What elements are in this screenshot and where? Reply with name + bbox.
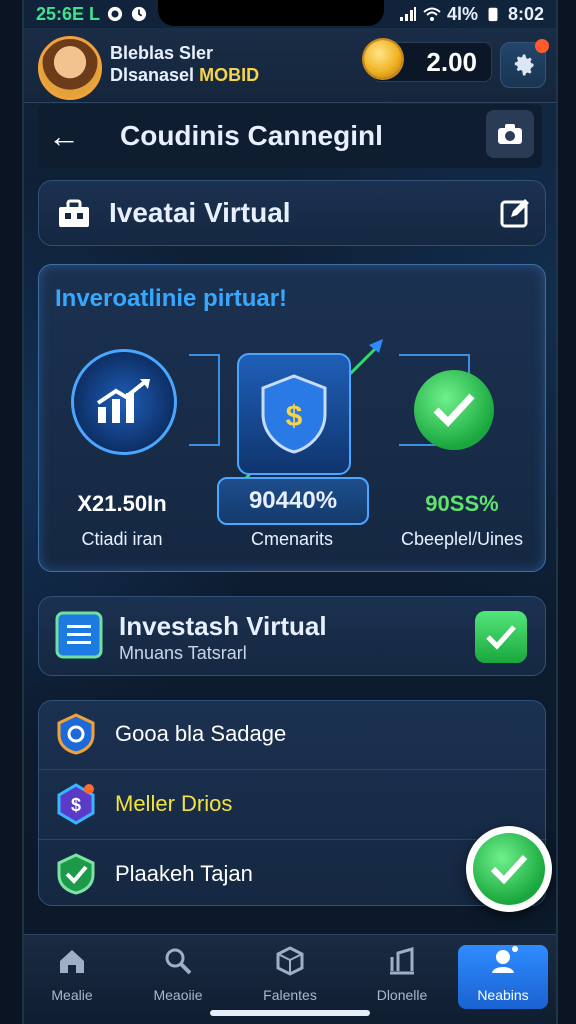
profile-subtitle: Dlsanasel MOBID — [110, 64, 259, 86]
cube-icon — [276, 946, 304, 976]
stat-label-1: Ctiadi iran — [81, 529, 163, 549]
avatar[interactable] — [38, 36, 102, 100]
gear-icon — [514, 54, 534, 76]
nav-label: Mealie — [51, 987, 93, 1003]
chart-up-icon — [71, 349, 177, 455]
nav-item-meaoiie[interactable]: Meaoiie — [130, 945, 226, 1011]
battery-percent: 4l% — [446, 3, 478, 24]
nav-item-falentes[interactable]: Falentes — [242, 945, 338, 1011]
back-arrow-icon[interactable]: ← — [48, 118, 80, 155]
invest-title: Investash Virtual — [119, 611, 327, 641]
check-shield-icon — [57, 853, 95, 895]
title-bar: ← Coudinis Canneginl — [38, 104, 542, 168]
profile-info: Bleblas Sler Dlsanasel MOBID — [110, 42, 259, 86]
svg-text:$: $ — [71, 795, 81, 815]
section-label: Iveatai Virtual — [109, 197, 291, 228]
stat-value-2: 90440% — [248, 487, 338, 514]
shield-dollar-icon: $ — [237, 353, 351, 475]
wifi-icon — [423, 7, 441, 21]
briefcase-icon — [59, 199, 89, 227]
balance-value: 2.00 — [426, 46, 477, 77]
camera-button[interactable] — [486, 110, 534, 158]
list-item-label: Gooa bla Sadage — [115, 721, 287, 746]
invest-subtitle: Mnuans Tatsrarl — [119, 643, 247, 663]
stat-label-3: Cbeeplel/Uines — [400, 529, 524, 549]
check-icon — [473, 833, 545, 905]
stat-value-3: 90SS% — [425, 491, 499, 516]
nav-item-mealie[interactable]: Mealie — [24, 945, 120, 1011]
profile-subtitle-prefix: Dlsanasel — [110, 65, 195, 85]
home-icon — [60, 950, 84, 973]
dollar-badge-icon: $ — [57, 783, 95, 825]
profile-name: Bleblas Sler — [110, 43, 214, 63]
page-title: Coudinis Canneginl — [120, 120, 383, 151]
stat-highlight-pill[interactable]: 90440% — [217, 477, 369, 525]
list-item-label: Meller Drios — [115, 791, 233, 816]
section-header-card[interactable]: Iveatai Virtual — [38, 180, 546, 246]
stat-value-1: X21.50In — [77, 491, 167, 516]
confirm-button[interactable] — [475, 611, 527, 663]
list-item-label: Plaakeh Tajan — [115, 861, 253, 886]
chart-icon — [390, 947, 414, 975]
nav-label: Neabins — [477, 987, 529, 1003]
shield-badge-icon — [57, 713, 95, 755]
settings-button[interactable] — [500, 39, 549, 88]
search-icon — [165, 948, 192, 975]
list-item[interactable]: Gooa bla Sadage — [39, 701, 547, 767]
record-icon — [107, 6, 123, 22]
document-icon — [55, 611, 103, 659]
camera-icon — [498, 124, 522, 144]
check-badge-icon — [399, 355, 509, 465]
stat-label-2: Cmenarits — [250, 529, 334, 549]
nav-label: Dlonelle — [376, 987, 428, 1003]
invest-card[interactable]: Investash Virtual Mnuans Tatsrarl — [38, 596, 546, 676]
notification-dot — [535, 39, 549, 53]
home-indicator[interactable] — [210, 1010, 370, 1016]
nav-label: Falentes — [263, 987, 317, 1003]
nav-item-neabins[interactable]: Neabins — [458, 945, 548, 1009]
nav-label: Meaoiie — [153, 987, 203, 1003]
clock-icon — [131, 6, 147, 22]
profile-subtitle-accent: MOBID — [199, 65, 260, 85]
phone-frame: 25:6E L 4l% 8:02 Bleblas Sler Dlsanasel … — [22, 0, 558, 1024]
coin-icon — [364, 40, 402, 78]
list-item[interactable]: $ Meller Drios — [39, 771, 547, 837]
status-left-text: 25:6E L — [36, 3, 101, 24]
nav-item-dlonelle[interactable]: Dlonelle — [354, 945, 450, 1011]
floating-action-button[interactable] — [466, 826, 552, 912]
status-bar: 25:6E L 4l% 8:02 — [24, 0, 556, 28]
svg-text:$: $ — [286, 400, 303, 433]
investment-panel: Inveroatlinie pirtuar! $ 90440% X21.50In… — [38, 264, 546, 572]
battery-icon — [488, 7, 498, 22]
check-icon — [486, 625, 516, 650]
app-header: Bleblas Sler Dlsanasel MOBID 2.00 — [24, 28, 556, 103]
edit-icon[interactable] — [499, 197, 531, 229]
profile-badge-icon — [492, 946, 518, 973]
status-time: 8:02 — [507, 3, 544, 24]
divider — [39, 769, 547, 770]
signal-icon — [399, 7, 416, 21]
divider — [39, 839, 547, 840]
